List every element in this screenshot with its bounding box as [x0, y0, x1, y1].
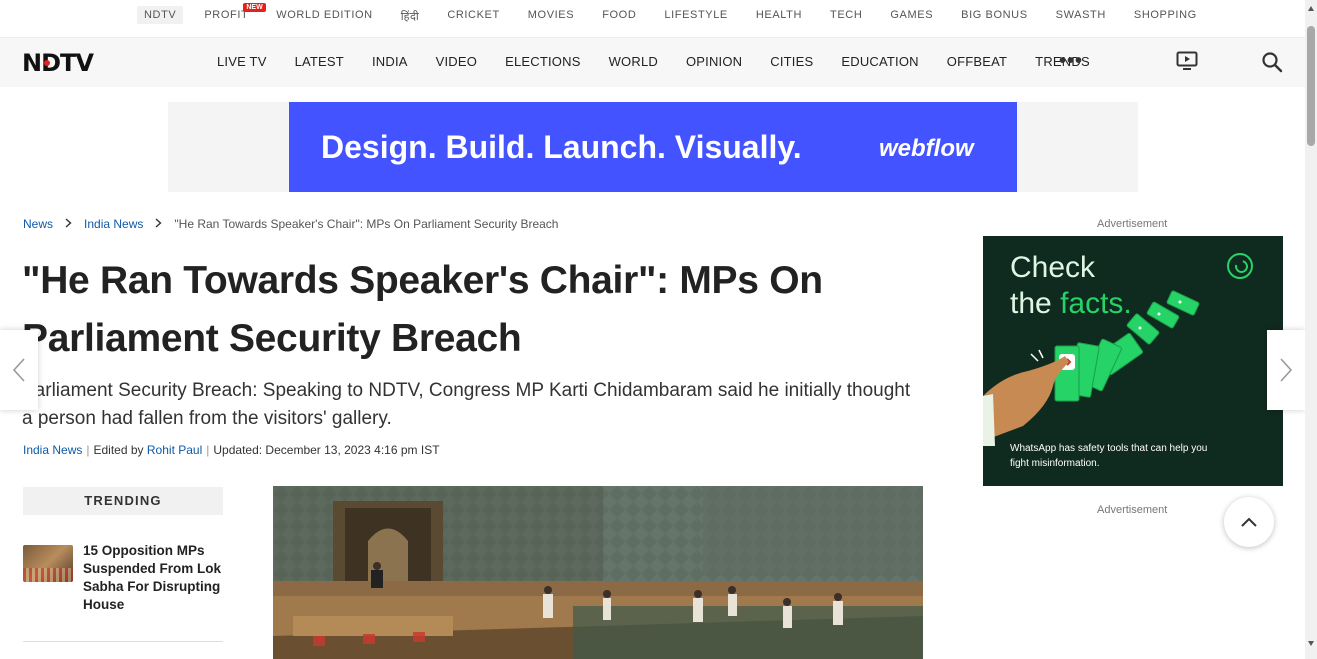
top-strip-item-food[interactable]: FOOD: [602, 9, 636, 24]
breadcrumb-current: "He Ran Towards Speaker's Chair": MPs On…: [174, 217, 559, 231]
ad-tagline: Design. Build. Launch. Visually.: [321, 129, 802, 165]
nav-item-live-tv[interactable]: LIVE TV: [217, 54, 267, 69]
chevron-right-icon: [1280, 358, 1293, 382]
trending-thumbnail[interactable]: [23, 545, 73, 582]
top-strip-item-world-edition[interactable]: WORLD EDITION: [276, 9, 372, 24]
article-headline: "He Ran Towards Speaker's Chair": MPs On…: [22, 259, 823, 360]
nav-item-cities[interactable]: CITIES: [770, 54, 813, 69]
scroll-up-arrow-icon[interactable]: [1308, 6, 1314, 11]
new-badge: NEW: [243, 3, 266, 12]
prev-article-button[interactable]: [0, 330, 38, 410]
top-strip-item-cricket[interactable]: CRICKET: [447, 9, 499, 24]
byline-divider: |: [206, 443, 210, 457]
byline-editor-link[interactable]: Rohit Paul: [147, 443, 202, 457]
top-strip-item-big-bonus[interactable]: BIG BONUS: [961, 9, 1028, 24]
article-summary: Parliament Security Breach: Speaking to …: [22, 380, 911, 429]
page-scrollbar[interactable]: [1305, 0, 1317, 659]
whatsapp-side-ad[interactable]: Check the facts. WhatsApp has safety too…: [983, 236, 1283, 486]
nav-item-latest[interactable]: LATEST: [295, 54, 344, 69]
nav-item-offbeat[interactable]: OFFBEAT: [947, 54, 1007, 69]
nav-item-elections[interactable]: ELECTIONS: [505, 54, 580, 69]
nav-item-world[interactable]: WORLD: [609, 54, 658, 69]
chevron-right-icon: [65, 217, 72, 231]
parliament-scene-image: [273, 486, 923, 659]
top-strip-list: NDTV PROFIT NEW WORLD EDITION हिंदी CRICK…: [137, 3, 1225, 24]
side-ad-footnote: WhatsApp has safety tools that can help …: [1010, 443, 1208, 469]
breadcrumb: News India News "He Ran Towards Speaker'…: [23, 217, 558, 231]
top-strip-item-health[interactable]: HEALTH: [756, 9, 802, 24]
top-strip-item-hindi[interactable]: हिंदी: [401, 9, 420, 24]
ad-brand: webflow: [879, 135, 974, 162]
trending-divider: [23, 641, 223, 642]
top-strip-item-ndtv[interactable]: NDTV: [137, 6, 184, 24]
top-strip-item-shopping[interactable]: SHOPPING: [1134, 9, 1197, 24]
advertisement-label: Advertisement: [1097, 218, 1168, 230]
top-strip-item-games[interactable]: GAMES: [890, 9, 933, 24]
scrollbar-thumb[interactable]: [1307, 26, 1315, 146]
more-menu-icon[interactable]: •••: [1059, 50, 1083, 73]
nav-item-video[interactable]: VIDEO: [436, 54, 477, 69]
article-hero-image[interactable]: [273, 486, 923, 659]
top-strip-item-profit[interactable]: PROFIT NEW: [204, 3, 266, 24]
top-strip-item-tech[interactable]: TECH: [830, 9, 862, 24]
logo-dot: [44, 60, 50, 66]
byline-updated: Updated: December 13, 2023 4:16 pm IST: [213, 443, 440, 457]
byline-divider: |: [86, 443, 90, 457]
byline-edited-by: Edited by: [93, 443, 144, 457]
tv-icon[interactable]: [1176, 51, 1198, 76]
breadcrumb-news[interactable]: News: [23, 217, 53, 231]
main-nav-list: LIVE TV LATEST INDIA VIDEO ELECTIONS WOR…: [217, 54, 1118, 69]
search-icon[interactable]: [1261, 51, 1283, 78]
main-nav: NDTV LIVE TV LATEST INDIA VIDEO ELECTION…: [0, 38, 1305, 87]
top-strip-item-label: PROFIT: [204, 9, 249, 21]
scroll-to-top-button[interactable]: [1224, 497, 1274, 547]
nav-item-education[interactable]: EDUCATION: [841, 54, 918, 69]
chevron-left-icon: [12, 358, 25, 382]
nav-item-india[interactable]: INDIA: [372, 54, 408, 69]
top-strip-item-lifestyle[interactable]: LIFESTYLE: [664, 9, 727, 24]
logo-text: NDTV: [22, 49, 94, 77]
top-strip-item-swasth[interactable]: SWASTH: [1056, 9, 1106, 24]
next-article-button[interactable]: [1267, 330, 1305, 410]
ndtv-logo[interactable]: NDTV: [22, 49, 94, 77]
nav-item-opinion[interactable]: OPINION: [686, 54, 742, 69]
byline-category-link[interactable]: India News: [23, 443, 82, 457]
top-strip-item-movies[interactable]: MOVIES: [528, 9, 574, 24]
trending-title[interactable]: 15 Opposition MPs Suspended From Lok Sab…: [83, 542, 223, 614]
top-strip-nav: NDTV PROFIT NEW WORLD EDITION हिंदी CRICK…: [0, 0, 1305, 38]
article-byline: India News | Edited by Rohit Paul | Updated:…: [23, 443, 440, 457]
scroll-down-arrow-icon[interactable]: [1308, 641, 1314, 646]
top-ad-slot: Design. Build. Launch. Visually. webflow: [168, 102, 1138, 192]
webflow-ad-banner[interactable]: Design. Build. Launch. Visually. webflow: [289, 102, 1017, 192]
trending-heading: TRENDING: [23, 487, 223, 515]
advertisement-label-bottom: Advertisement: [1097, 504, 1168, 516]
chevron-right-icon: [155, 217, 162, 231]
chevron-up-icon: [1241, 517, 1257, 527]
breadcrumb-india-news[interactable]: India News: [84, 217, 143, 231]
